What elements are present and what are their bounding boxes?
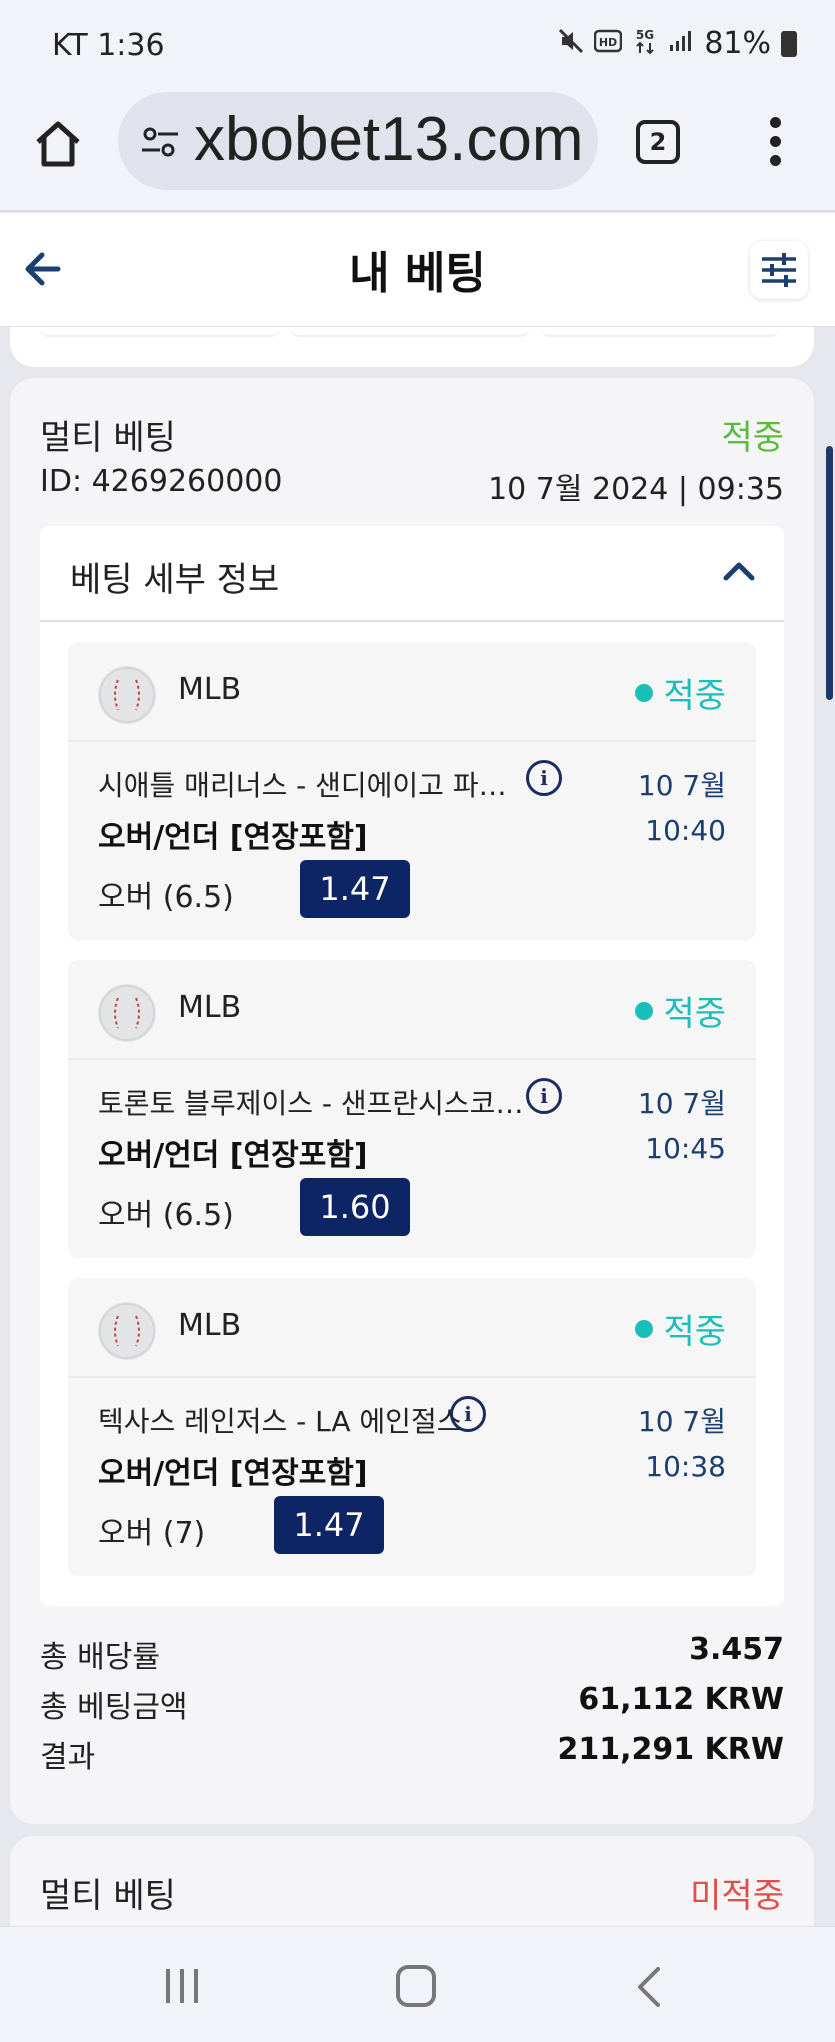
match-date: 10 7월 [637,1405,726,1438]
bet-details-panel: 베팅 세부 정보 MLB 적중 시애틀 매리너스 - 샌디에이고 파… i 10… [40,526,784,1606]
league-name: MLB [178,1308,242,1343]
svg-text:5G: 5G [636,28,654,42]
home-nav-icon[interactable] [396,1965,436,2007]
status-bar: KT 1:36 HD 5G 81% [0,0,835,92]
home-icon[interactable] [30,116,90,176]
hd-icon: HD [594,29,623,59]
odds-badge: 1.60 [300,1178,410,1236]
bet-type: 멀티 베팅 [40,1876,176,1916]
bet-status: 미적중 [690,1876,784,1916]
baseball-icon [98,1302,156,1360]
bet-datetime: 10 7월 2024 | 09:35 [488,472,784,507]
mute-icon [558,28,584,60]
signal-icon [668,29,694,59]
info-icon[interactable]: i [450,1396,486,1432]
odds-badge: 1.47 [274,1496,384,1554]
total-stake-label: 총 베팅금액 [40,1690,188,1725]
selection-status: 적중 [635,1304,726,1353]
bet-details-header[interactable]: 베팅 세부 정보 [40,526,784,622]
svg-text:HD: HD [599,36,617,49]
filter-settings-button[interactable] [750,241,808,299]
pick-label: 오버 (7) [98,1516,206,1551]
back-nav-icon[interactable] [634,1965,664,2009]
bet-card: 멀티 베팅 적중 ID: 4269260000 10 7월 2024 | 09:… [10,378,814,1824]
site-settings-icon[interactable] [140,122,180,162]
pick-label: 오버 (6.5) [98,880,234,915]
more-menu-icon[interactable] [760,114,790,174]
status-icons: HD 5G 81% [558,26,797,61]
5g-icon: 5G [632,27,658,61]
baseball-icon [98,984,156,1042]
total-odds-value: 3.457 [689,1632,784,1667]
league-name: MLB [178,672,242,707]
status-dot-icon [635,1319,654,1338]
status-dot-icon [635,1001,654,1020]
total-stake-row: 총 베팅금액 61,112 KRW [40,1682,784,1726]
browser-toolbar: xbobet13.com 2 [0,92,835,212]
bet-status: 적중 [721,418,784,458]
battery-percent: 81% [704,26,771,61]
chevron-up-icon[interactable] [722,558,756,584]
match-date: 10 7월 [637,769,726,802]
result-label: 결과 [40,1740,96,1775]
result-row: 결과 211,291 KRW [40,1732,784,1776]
match-time: 10:38 [645,1450,726,1483]
url-text: xbobet13.com [194,105,584,174]
match-name: 시애틀 매리너스 - 샌디에이고 파… [98,769,507,802]
match-name: 텍사스 레인저스 - LA 에인절스 [98,1405,463,1438]
match-time: 10:40 [645,814,726,847]
market-name: 오버/언더 [연장포함] [98,1456,368,1491]
pick-label: 오버 (6.5) [98,1198,234,1233]
league-name: MLB [178,990,242,1025]
tab-switcher-button[interactable]: 2 [636,120,680,164]
total-stake-value: 61,112 KRW [578,1682,784,1717]
info-icon[interactable]: i [526,1078,562,1114]
selection-status: 적중 [635,986,726,1035]
battery-icon [781,30,797,57]
market-name: 오버/언더 [연장포함] [98,1138,368,1173]
info-icon[interactable]: i [526,760,562,796]
match-date: 10 7월 [637,1087,726,1120]
total-odds-row: 총 배당률 3.457 [40,1632,784,1676]
selection-status: 적중 [635,668,726,717]
selection-card: MLB 적중 텍사스 레인저스 - LA 에인절스 i 10 7월 10:38 … [68,1278,756,1576]
status-dot-icon [635,683,654,702]
app-header: 내 베팅 [0,213,835,327]
bet-details-title: 베팅 세부 정보 [70,560,280,600]
scrollbar-thumb[interactable] [826,446,833,700]
previous-bet-card [10,327,814,367]
carrier-time: KT 1:36 [52,28,165,63]
market-name: 오버/언더 [연장포함] [98,820,368,855]
page-title: 내 베팅 [349,248,486,299]
odds-badge: 1.47 [300,860,410,918]
result-value: 211,291 KRW [557,1732,784,1767]
bet-type: 멀티 베팅 [40,418,176,458]
recent-apps-icon[interactable] [162,1967,202,2005]
sliders-icon [762,253,796,287]
selection-card: MLB 적중 시애틀 매리너스 - 샌디에이고 파… i 10 7월 10:40… [68,642,756,940]
match-time: 10:45 [645,1132,726,1165]
bet-id: ID: 4269260000 [40,464,283,499]
baseball-icon [98,666,156,724]
system-nav-bar [0,1926,835,2042]
match-name: 토론토 블루제이스 - 샌프란시스코… [98,1087,524,1120]
selection-card: MLB 적중 토론토 블루제이스 - 샌프란시스코… i 10 7월 10:45… [68,960,756,1258]
address-bar[interactable]: xbobet13.com [118,92,598,190]
total-odds-label: 총 배당률 [40,1640,160,1675]
